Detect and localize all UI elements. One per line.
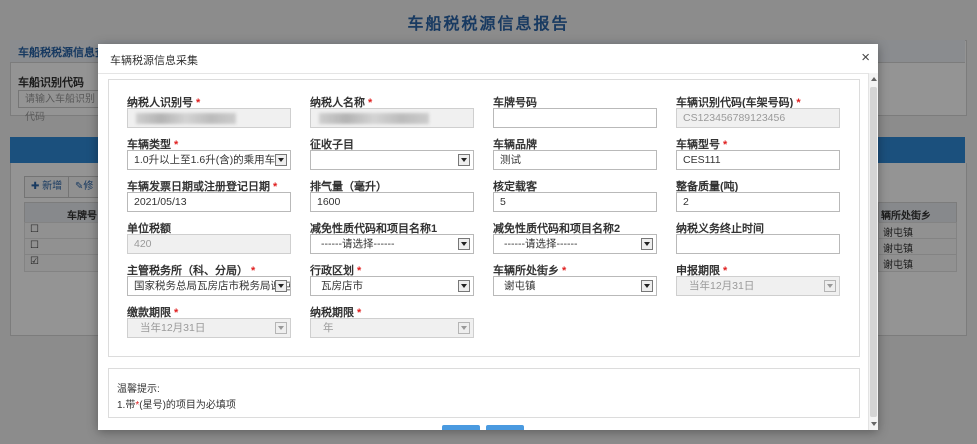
district-select[interactable]: 瓦房店市 (310, 276, 474, 296)
chevron-down-icon[interactable] (458, 154, 470, 166)
taxpayer-name-field (310, 108, 474, 128)
taxpayer-id-field (127, 108, 291, 128)
vin-field: CS123456789123456 (676, 108, 840, 128)
chevron-down-icon (275, 322, 287, 334)
vehicle-info-dialog: 车辆税源信息采集 × 纳税人识别号 * 纳税人名称 * 车牌号码 车辆识别代码(车架… (98, 44, 878, 430)
invoice-date-input[interactable]: 2021/05/13 (127, 192, 291, 212)
cancel-button[interactable] (486, 425, 524, 430)
unit-tax-field: 420 (127, 234, 291, 254)
dialog-scrollbar[interactable] (868, 73, 878, 430)
tax-office-select[interactable]: 国家税务总局瓦房店市税务局谢屯 (127, 276, 291, 296)
chevron-down-icon[interactable] (641, 238, 653, 250)
chevron-down-icon[interactable] (641, 280, 653, 292)
dialog-header: 车辆税源信息采集 × (98, 44, 878, 74)
curb-weight-input[interactable]: 2 (676, 192, 840, 212)
chevron-down-icon[interactable] (275, 154, 287, 166)
scrollbar-thumb[interactable] (870, 87, 877, 417)
redacted-value (136, 113, 236, 124)
plate-number-input[interactable] (493, 108, 657, 128)
end-time-input[interactable] (676, 234, 840, 254)
exempt1-select[interactable]: ------请选择------ (310, 234, 474, 254)
pay-period-select: 当年12月31日 (127, 318, 291, 338)
save-button[interactable] (442, 425, 480, 430)
declare-period-select: 当年12月31日 (676, 276, 840, 296)
tips-title: 温馨提示: (117, 384, 160, 395)
collect-item-select[interactable] (310, 150, 474, 170)
model-input[interactable]: CES111 (676, 150, 840, 170)
chevron-down-icon[interactable] (275, 280, 287, 292)
vehicle-type-select[interactable]: 1.0升以上至1.6升(含)的乘用车 (127, 150, 291, 170)
brand-input[interactable]: 测试 (493, 150, 657, 170)
chevron-down-icon (458, 322, 470, 334)
chevron-down-icon[interactable] (458, 238, 470, 250)
exempt2-select[interactable]: ------请选择------ (493, 234, 657, 254)
tax-term-select: 年 (310, 318, 474, 338)
scroll-up-icon[interactable] (871, 77, 877, 81)
tips-panel: 温馨提示: 1.带*(星号)的项目为必填项 (108, 368, 860, 418)
displacement-input[interactable]: 1600 (310, 192, 474, 212)
chevron-down-icon[interactable] (458, 280, 470, 292)
scroll-down-icon[interactable] (871, 422, 877, 426)
form-panel: 纳税人识别号 * 纳税人名称 * 车牌号码 车辆识别代码(车架号码) * CS1234… (108, 79, 860, 357)
tips-line: 1.带*(星号)的项目为必填项 (117, 400, 236, 411)
chevron-down-icon (824, 280, 836, 292)
redacted-value (319, 113, 429, 124)
seats-input[interactable]: 5 (493, 192, 657, 212)
dialog-title: 车辆税源信息采集 (110, 55, 198, 67)
close-icon[interactable]: × (861, 49, 870, 66)
town-select[interactable]: 谢屯镇 (493, 276, 657, 296)
